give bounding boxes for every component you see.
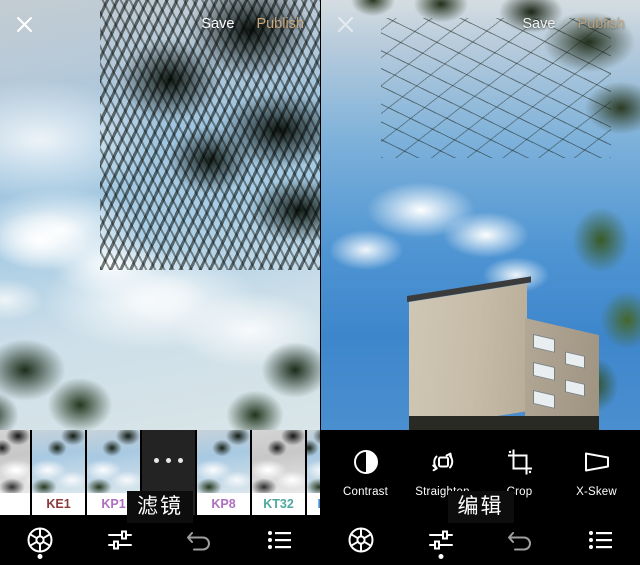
photo-preview-edit[interactable] <box>321 0 640 430</box>
save-button[interactable]: Save <box>522 16 555 32</box>
crop-icon <box>507 447 533 477</box>
active-indicator-dot <box>37 554 43 559</box>
filter-thumb-label <box>0 493 30 515</box>
publish-button[interactable]: Publish <box>577 16 625 32</box>
aperture-icon <box>27 527 53 553</box>
top-bar: Save Publish <box>0 0 320 48</box>
list-icon <box>589 531 612 549</box>
filter-thumb-label: K <box>307 493 320 515</box>
filter-thumb[interactable] <box>0 430 30 515</box>
filter-thumb-kp8[interactable]: KP8 <box>197 430 250 515</box>
contrast-tool-button[interactable]: Contrast <box>329 447 403 498</box>
foreground-foliage <box>0 310 125 430</box>
app-root: Save Publish 滤镜 KE1 KP1 KP8 KT32 Save Pu… <box>0 0 640 565</box>
filter-thumb-image <box>32 430 85 499</box>
filter-thumb-image <box>87 430 140 499</box>
filter-thumb-image <box>252 430 305 499</box>
aperture-icon <box>348 527 374 553</box>
sliders-icon <box>429 530 453 550</box>
sliders-icon <box>108 530 132 550</box>
publish-button[interactable]: Publish <box>256 16 304 32</box>
building-base-shadow <box>409 416 599 430</box>
x-skew-tool-button[interactable]: X-Skew <box>560 447 634 498</box>
edit-panel: Save Publish 编辑 Contrast Straighten Crop… <box>320 0 640 565</box>
active-indicator-dot <box>438 554 444 559</box>
mode-label-edit: 编辑 <box>447 490 514 523</box>
top-bar-actions: Save Publish <box>201 16 320 32</box>
close-icon[interactable] <box>0 0 48 48</box>
straighten-icon <box>429 447 457 477</box>
mode-label-filter: 滤镜 <box>127 490 193 523</box>
building-side-wall <box>525 318 599 430</box>
filter-thumb-label: KP8 <box>197 493 250 515</box>
filter-thumb-image <box>0 430 30 499</box>
top-bar-actions: Save Publish <box>522 16 640 32</box>
tool-label: Contrast <box>342 486 389 498</box>
side-tree <box>225 310 320 430</box>
nav-filters-button[interactable] <box>12 515 68 565</box>
nav-recipes-button[interactable] <box>573 515 629 565</box>
tool-label: X-Skew <box>576 486 617 498</box>
nav-recipes-button[interactable] <box>252 515 308 565</box>
more-options-icon[interactable] <box>142 458 195 463</box>
filter-thumb-label: KT32 <box>252 493 305 515</box>
list-icon <box>268 531 291 549</box>
filter-thumb[interactable]: K <box>307 430 320 515</box>
filter-thumb-image <box>307 430 320 499</box>
filter-thumb-image <box>197 430 250 499</box>
nav-filters-button[interactable] <box>333 515 389 565</box>
top-bar: Save Publish <box>321 0 640 48</box>
save-button[interactable]: Save <box>201 16 234 32</box>
close-icon[interactable] <box>321 0 369 48</box>
undo-icon <box>187 532 210 551</box>
building <box>407 276 599 430</box>
x-skew-icon <box>582 447 612 477</box>
filter-thumb-ke1[interactable]: KE1 <box>32 430 85 515</box>
building-front-wall <box>409 283 527 430</box>
filter-thumb-label: KE1 <box>32 493 85 515</box>
filter-thumb-kt32[interactable]: KT32 <box>252 430 305 515</box>
contrast-icon <box>353 447 379 477</box>
undo-icon <box>508 532 531 551</box>
photo-preview-filter[interactable] <box>0 0 320 430</box>
filter-panel: Save Publish 滤镜 KE1 KP1 KP8 KT32 <box>0 0 320 565</box>
